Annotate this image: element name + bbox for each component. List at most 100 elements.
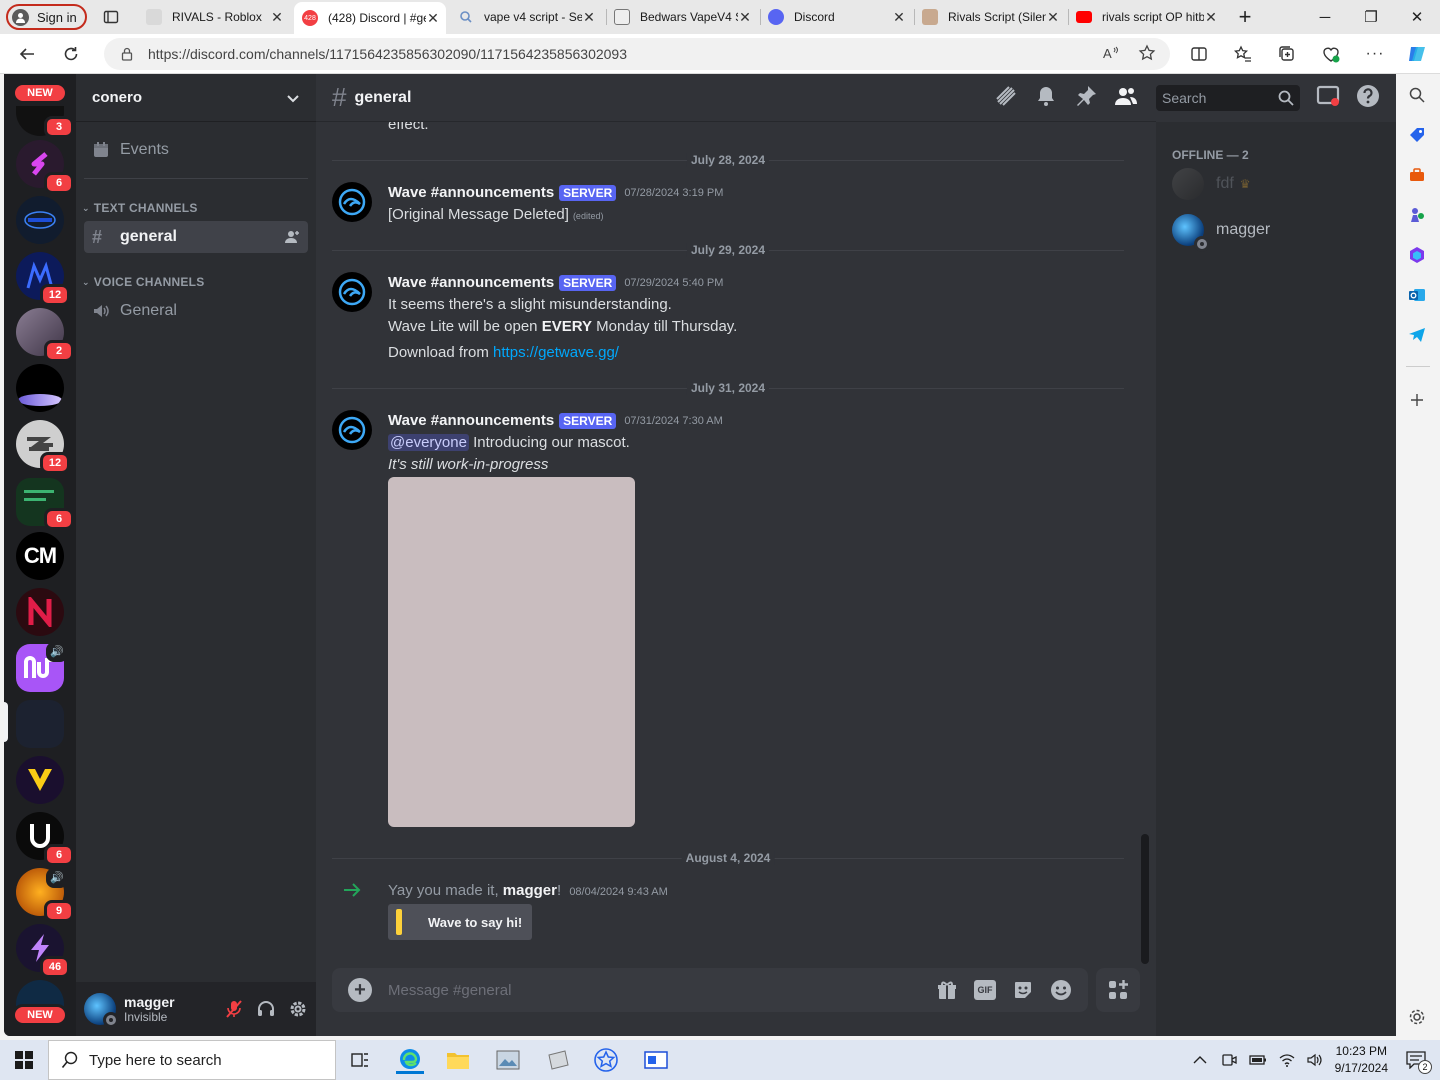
wave-to-say-hi-button[interactable]: Wave to say hi!: [388, 904, 532, 940]
close-tab-icon[interactable]: ✕: [738, 9, 752, 26]
tab-vape-search[interactable]: vape v4 script - Search ✕: [450, 4, 602, 30]
close-tab-icon[interactable]: ✕: [892, 9, 906, 26]
file-explorer-icon[interactable]: [444, 1046, 472, 1074]
server-header[interactable]: conero: [76, 74, 316, 122]
collections-icon[interactable]: [1274, 42, 1300, 66]
copilot-icon[interactable]: [1404, 42, 1430, 66]
favorites-icon[interactable]: [1230, 42, 1256, 66]
close-tab-icon[interactable]: ✕: [582, 9, 596, 26]
meet-now-icon[interactable]: [1221, 1052, 1237, 1068]
message-input[interactable]: Message #general: [388, 982, 936, 999]
message-author[interactable]: Wave #announcements: [388, 274, 554, 291]
shopping-tag-icon[interactable]: [1406, 124, 1428, 146]
close-tab-icon[interactable]: ✕: [426, 10, 440, 27]
more-options-icon[interactable]: ···: [1362, 42, 1388, 66]
gif-button[interactable]: GIF: [974, 980, 996, 1000]
server-cm-icon[interactable]: CM: [16, 532, 64, 580]
server-v-icon[interactable]: [16, 756, 64, 804]
inbox-icon[interactable]: [1316, 84, 1340, 108]
edge-taskbar-icon[interactable]: [396, 1046, 424, 1074]
message-author[interactable]: Wave #announcements: [388, 184, 554, 201]
close-tab-icon[interactable]: ✕: [1046, 9, 1060, 26]
help-icon[interactable]: [1356, 84, 1380, 108]
member-row[interactable]: fdf ♛: [1172, 163, 1380, 205]
refresh-icon[interactable]: [58, 42, 84, 66]
windows-start-icon[interactable]: [10, 1046, 38, 1074]
wave-avatar[interactable]: [332, 182, 372, 222]
back-icon[interactable]: [14, 42, 40, 66]
message-list[interactable]: effect. July 28, 2024 Wave #announcement…: [316, 122, 1156, 962]
server-dynamic-icon[interactable]: [16, 196, 64, 244]
notification-bell-icon[interactable]: [1034, 84, 1058, 108]
new-unreads-pill-top[interactable]: NEW: [12, 82, 68, 104]
headphones-icon[interactable]: [256, 999, 276, 1019]
server-dark-icon[interactable]: [16, 700, 64, 748]
everyone-mention[interactable]: @everyone: [388, 434, 469, 451]
events-item[interactable]: Events: [84, 134, 308, 166]
pinned-messages-icon[interactable]: [1074, 84, 1098, 108]
address-bar[interactable]: https://discord.com/channels/11715642358…: [104, 38, 1170, 70]
voice-channel-general[interactable]: General: [84, 295, 308, 327]
mascot-image-attachment[interactable]: [388, 477, 635, 827]
star-app-icon[interactable]: [592, 1046, 620, 1074]
server-n-icon[interactable]: [16, 588, 64, 636]
new-tab-button[interactable]: +: [1222, 0, 1268, 34]
window-app-icon[interactable]: [642, 1046, 670, 1074]
text-channels-category[interactable]: ⌄ TEXT CHANNELS: [82, 201, 198, 215]
minimize-button[interactable]: ─: [1302, 0, 1348, 34]
add-sidebar-app-icon[interactable]: [1406, 389, 1428, 411]
user-avatar[interactable]: [84, 993, 119, 1028]
notifications-icon[interactable]: 2: [1404, 1048, 1432, 1074]
tab-rivals-script[interactable]: Rivals Script (Silent Aim) ✕: [914, 4, 1066, 30]
telegram-send-icon[interactable]: [1406, 324, 1428, 346]
member-list-icon[interactable]: [1114, 84, 1138, 108]
search-input[interactable]: Search: [1156, 85, 1300, 111]
tools-toolbox-icon[interactable]: [1406, 164, 1428, 186]
games-chess-icon[interactable]: [1406, 204, 1428, 226]
sign-in-button[interactable]: Sign in: [6, 4, 87, 30]
tab-discord[interactable]: Discord ✕: [760, 4, 912, 30]
favorite-star-icon[interactable]: [1138, 44, 1156, 62]
show-hidden-icons-icon[interactable]: [1193, 1055, 1207, 1065]
new-unreads-pill-bottom[interactable]: NEW: [12, 1004, 68, 1026]
mute-microphone-icon[interactable]: [224, 999, 244, 1019]
sidebar-settings-icon[interactable]: [1406, 1006, 1428, 1028]
maximize-button[interactable]: ❐: [1348, 0, 1394, 34]
split-screen-icon[interactable]: [1186, 42, 1212, 66]
microsoft-365-icon[interactable]: [1406, 244, 1428, 266]
outlook-icon[interactable]: [1406, 284, 1428, 306]
message-scrollbar[interactable]: [1141, 834, 1149, 964]
battery-icon[interactable]: [1248, 1054, 1267, 1066]
taskbar-search-input[interactable]: Type here to search: [48, 1040, 336, 1080]
joined-user-name[interactable]: magger: [503, 882, 557, 899]
close-tab-icon[interactable]: ✕: [1204, 9, 1218, 26]
emoji-icon[interactable]: [1050, 979, 1072, 1001]
voice-channels-category[interactable]: ⌄ VOICE CHANNELS: [82, 275, 205, 289]
volume-icon[interactable]: [1307, 1053, 1323, 1067]
wifi-icon[interactable]: [1279, 1053, 1295, 1067]
read-aloud-icon[interactable]: A: [1102, 44, 1120, 62]
message-author[interactable]: Wave #announcements: [388, 412, 554, 429]
close-window-button[interactable]: ✕: [1394, 0, 1440, 34]
tab-bedwars-vape[interactable]: Bedwars VapeV4 Script ✕: [606, 4, 758, 30]
add-attachment-button[interactable]: +: [348, 978, 372, 1002]
app-window-icon[interactable]: [544, 1046, 572, 1074]
task-view-icon[interactable]: [346, 1046, 374, 1074]
search-icon[interactable]: [1406, 84, 1428, 106]
member-row[interactable]: magger: [1172, 209, 1380, 251]
threads-icon[interactable]: [994, 84, 1018, 108]
user-settings-gear-icon[interactable]: [288, 999, 308, 1019]
tab-rivals-roblox[interactable]: RIVALS - Roblox ✕: [138, 4, 290, 30]
channel-general[interactable]: # general: [84, 221, 308, 253]
wave-avatar[interactable]: [332, 410, 372, 450]
tab-actions-icon[interactable]: [98, 5, 124, 29]
gift-icon[interactable]: [936, 979, 958, 1001]
wave-avatar[interactable]: [332, 272, 372, 312]
tab-youtube-rivals[interactable]: rivals script OP hitbox ✕: [1068, 4, 1224, 30]
taskbar-clock[interactable]: 10:23 PM 9/17/2024: [1335, 1043, 1388, 1077]
add-member-icon[interactable]: [284, 229, 300, 245]
browser-essentials-icon[interactable]: [1318, 42, 1344, 66]
sticker-icon[interactable]: [1012, 979, 1034, 1001]
close-tab-icon[interactable]: ✕: [270, 9, 284, 26]
tab-discord-general[interactable]: 428 (428) Discord | #general | conero ✕: [294, 2, 446, 34]
